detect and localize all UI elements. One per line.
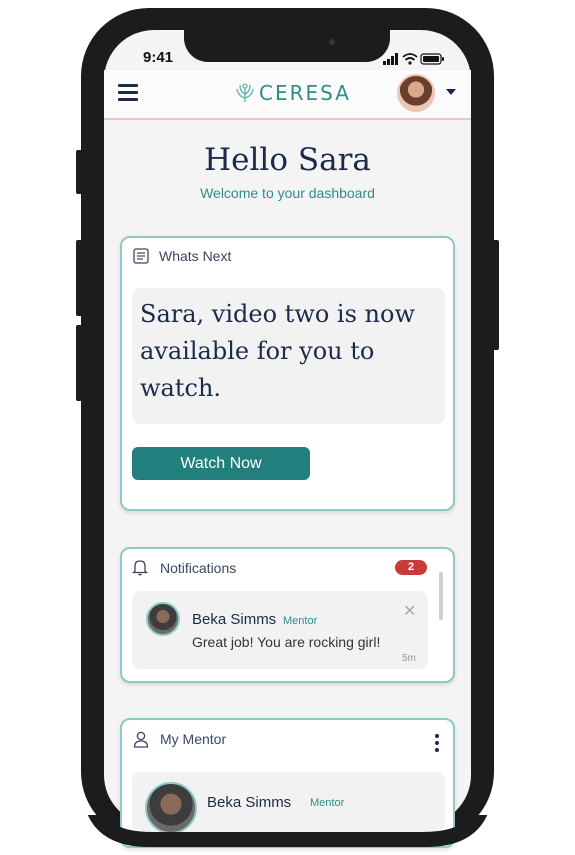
chevron-down-icon[interactable] bbox=[446, 89, 456, 95]
app-logo[interactable]: CERESA bbox=[234, 81, 351, 105]
mentor-name: Beka Simms bbox=[207, 794, 292, 811]
battery-icon bbox=[420, 53, 444, 65]
page-title: Hello Sara bbox=[204, 142, 371, 178]
menu-icon[interactable] bbox=[118, 84, 138, 101]
notifications-scrollbar[interactable] bbox=[439, 572, 443, 620]
mentor-role: Mentor bbox=[310, 797, 345, 809]
notifications-label: Notifications bbox=[160, 560, 237, 576]
notification-item[interactable] bbox=[132, 591, 428, 669]
user-icon bbox=[133, 731, 149, 753]
whats-next-label: Whats Next bbox=[159, 248, 232, 264]
bell-icon bbox=[131, 559, 149, 581]
side-button bbox=[76, 150, 82, 194]
side-button bbox=[493, 240, 499, 350]
notch bbox=[184, 20, 390, 62]
status-icons bbox=[383, 52, 445, 66]
my-mentor-label: My Mentor bbox=[160, 731, 227, 747]
notification-message: Great job! You are rocking girl! bbox=[192, 634, 381, 650]
bottom-bezel bbox=[81, 815, 494, 847]
side-button bbox=[76, 325, 82, 401]
logo-text: CERESA bbox=[259, 81, 351, 105]
notification-avatar bbox=[146, 602, 180, 636]
signal-icon bbox=[383, 53, 398, 65]
notification-count-badge: 2 bbox=[395, 560, 427, 575]
side-button bbox=[76, 240, 82, 316]
more-vertical-icon[interactable] bbox=[435, 734, 439, 755]
notification-time: 5m bbox=[402, 653, 416, 664]
watch-now-button[interactable]: Watch Now bbox=[132, 447, 310, 480]
close-icon[interactable]: ✕ bbox=[403, 601, 416, 621]
list-icon bbox=[133, 248, 149, 269]
status-time: 9:41 bbox=[143, 49, 174, 66]
notification-sender-role: Mentor bbox=[283, 615, 318, 627]
notification-sender-name: Beka Simms bbox=[192, 611, 277, 628]
whats-next-message: Sara, video two is now available for you… bbox=[140, 300, 416, 402]
profile-avatar[interactable] bbox=[397, 74, 435, 112]
ceresa-logo-icon bbox=[236, 83, 254, 102]
wifi-icon bbox=[402, 53, 418, 61]
page-subtitle: Welcome to your dashboard bbox=[200, 185, 375, 201]
